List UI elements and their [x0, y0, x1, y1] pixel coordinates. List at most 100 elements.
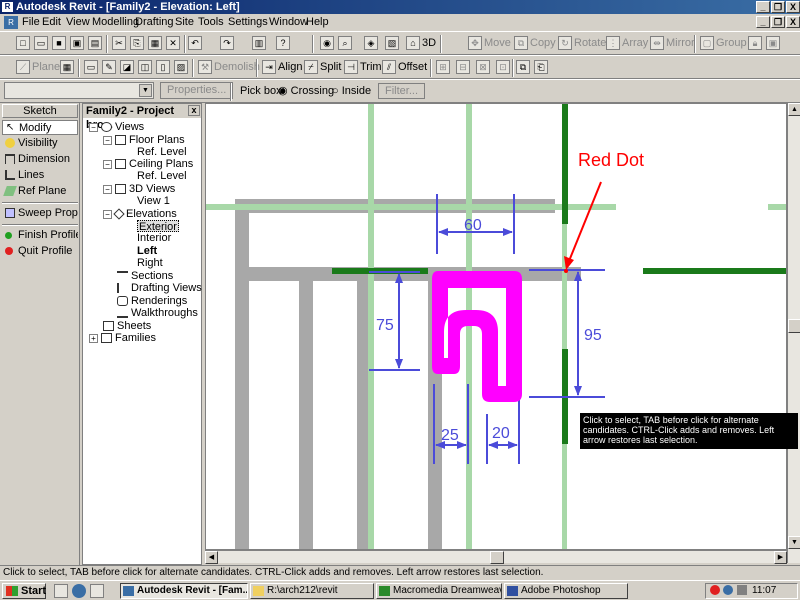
resize-icon[interactable]: ⊞	[436, 58, 452, 76]
tree-ceiling-plans[interactable]: − Ceiling Plans	[103, 158, 193, 170]
lock-icon[interactable]: 🔒︎	[748, 34, 764, 52]
join-icon[interactable]: ▯	[156, 58, 172, 76]
copy-to-clipboard-icon[interactable]: ⧉	[516, 58, 532, 76]
shading-icon[interactable]: ▧	[385, 34, 401, 52]
sketch-visibility[interactable]: Visibility	[2, 136, 78, 151]
zoom-icon[interactable]: ⌕	[338, 34, 354, 52]
menu-tools[interactable]: Tools	[198, 16, 224, 28]
tree-interior[interactable]: Interior	[137, 232, 171, 244]
align-button[interactable]: ⇥ Align	[262, 58, 302, 76]
paste-aligned-icon[interactable]: ⎗	[534, 58, 550, 76]
vertical-scroll-thumb[interactable]	[788, 319, 800, 333]
cut-icon[interactable]: ✂	[112, 34, 128, 52]
menu-help[interactable]: Help	[306, 16, 329, 28]
quick-launch-mail-icon[interactable]	[90, 584, 104, 598]
close-button[interactable]: X	[786, 1, 800, 13]
scroll-up-icon[interactable]: ▲	[788, 103, 800, 116]
plane-button[interactable]: ⟋ Plane	[16, 58, 60, 76]
menu-edit[interactable]: Edit	[42, 16, 61, 28]
quick-launch-browser-icon[interactable]	[72, 584, 86, 598]
delete-icon[interactable]: ✕	[166, 34, 182, 52]
print-icon[interactable]: ▤	[88, 34, 104, 52]
eyedropper-icon[interactable]: ✎	[102, 58, 118, 76]
tree-sections[interactable]: Sections	[117, 270, 173, 282]
sketch-sweep-properties[interactable]: Sweep Properties	[2, 206, 78, 221]
sketch-modify[interactable]: ↖ Modify	[2, 120, 78, 135]
quick-launch-desktop-icon[interactable]	[54, 584, 68, 598]
sketch-dimension[interactable]: Dimension	[2, 152, 78, 167]
tree-views[interactable]: − Views	[89, 121, 144, 133]
tray-volume-icon[interactable]	[737, 585, 747, 595]
split-face-icon[interactable]: ▨	[174, 58, 190, 76]
dynamic-view-icon[interactable]: ◈	[364, 34, 380, 52]
menu-file[interactable]: File	[22, 16, 40, 28]
task-revit[interactable]: Autodesk Revit - [Fam...	[120, 583, 248, 599]
elevation-drawing[interactable]: 60 75 95 25 20 Red Dot	[206, 104, 787, 550]
whats-this-icon[interactable]: ?	[276, 34, 292, 52]
demolish-button[interactable]: ⚒ Demolish	[198, 58, 260, 76]
tray-network-icon[interactable]	[723, 585, 733, 595]
copy-icon[interactable]: ⎘	[130, 34, 146, 52]
thin-lines-icon[interactable]: ▥	[252, 34, 268, 52]
rotate-button[interactable]: ↻ Rotate	[558, 34, 606, 52]
task-dreamweaver[interactable]: Macromedia Dreamweave...	[376, 583, 502, 599]
scroll-right-icon[interactable]: ▶	[774, 551, 787, 564]
offset-button[interactable]: ⫽ Offset	[382, 58, 427, 76]
doc-restore-button[interactable]: ❐	[771, 16, 785, 28]
properties-button[interactable]: Properties...	[160, 82, 234, 99]
paint-icon[interactable]: ◪	[120, 58, 136, 76]
open-icon[interactable]: ▭	[34, 34, 50, 52]
tree-ceiling-ref-level[interactable]: Ref. Level	[137, 170, 187, 182]
ungroup-icon[interactable]: ▣	[766, 34, 782, 52]
tree-view-1[interactable]: View 1	[137, 195, 170, 207]
filter-button[interactable]: Filter...	[378, 83, 426, 99]
array-grid-icon[interactable]: ⊠	[476, 58, 492, 76]
menu-modelling[interactable]: Modelling	[92, 16, 139, 28]
scroll-left-icon[interactable]: ◀	[205, 551, 218, 564]
tree-left[interactable]: Left	[137, 245, 157, 257]
doc-minimize-button[interactable]: _	[756, 16, 770, 28]
redo-icon[interactable]: ↷	[220, 34, 236, 52]
menu-site[interactable]: Site	[175, 16, 194, 28]
tree-floor-plans[interactable]: − Floor Plans	[103, 134, 185, 146]
sketch-ref-plane[interactable]: Ref Plane	[2, 184, 78, 199]
pin-icon[interactable]: ⊡	[496, 58, 512, 76]
array-button[interactable]: ⋮ Array	[606, 34, 648, 52]
tree-elevations[interactable]: − Elevations	[103, 208, 177, 220]
clock[interactable]: 11:07 a.m.	[752, 584, 797, 600]
vertical-scrollbar[interactable]: ▲ ▼	[787, 103, 800, 563]
save-icon[interactable]: ■	[52, 34, 68, 52]
tree-exterior[interactable]: Exterior	[137, 220, 179, 233]
menu-window[interactable]: Window	[269, 16, 308, 28]
tree-renderings[interactable]: Renderings	[117, 295, 187, 307]
sketch-finish-profile[interactable]: Finish Profile	[2, 228, 78, 243]
tree-drafting-views[interactable]: Drafting Views	[117, 282, 202, 294]
undo-icon[interactable]: ↶	[188, 34, 204, 52]
menu-settings[interactable]: Settings	[228, 16, 268, 28]
tree-sheets[interactable]: Sheets	[103, 320, 151, 332]
task-photoshop[interactable]: Adobe Photoshop	[504, 583, 628, 599]
horizontal-scroll-thumb[interactable]	[490, 551, 504, 564]
doc-close-button[interactable]: X	[786, 16, 800, 28]
move-button[interactable]: ✥ Move	[468, 34, 511, 52]
scroll-down-icon[interactable]: ▼	[788, 536, 800, 549]
tree-right[interactable]: Right	[137, 257, 163, 269]
menu-drafting[interactable]: Drafting	[135, 16, 174, 28]
new-icon[interactable]: □	[16, 34, 32, 52]
visibility-icon[interactable]: ◉	[320, 34, 336, 52]
minimize-button[interactable]: _	[756, 1, 770, 13]
tree-3d-views[interactable]: −3D Views	[103, 183, 175, 195]
trim-button[interactable]: ⊣ Trim	[344, 58, 382, 76]
sketch-header[interactable]: Sketch	[2, 104, 78, 118]
maximize-button[interactable]: ❐	[771, 1, 785, 13]
paste-icon[interactable]: ▦	[148, 34, 164, 52]
tray-app-icon[interactable]	[710, 585, 720, 595]
sweep-profile-shape[interactable]	[432, 271, 522, 402]
match-icon[interactable]: ▭	[84, 58, 100, 76]
sketch-quit-profile[interactable]: Quit Profile	[2, 244, 78, 259]
start-button[interactable]: Start	[2, 583, 46, 599]
crossing-radio[interactable]: ◉ Crossing	[278, 82, 334, 100]
task-explorer[interactable]: R:\arch212\revit	[250, 583, 374, 599]
scale-icon[interactable]: ⊟	[456, 58, 472, 76]
split-button[interactable]: ⌿ Split	[304, 58, 341, 76]
